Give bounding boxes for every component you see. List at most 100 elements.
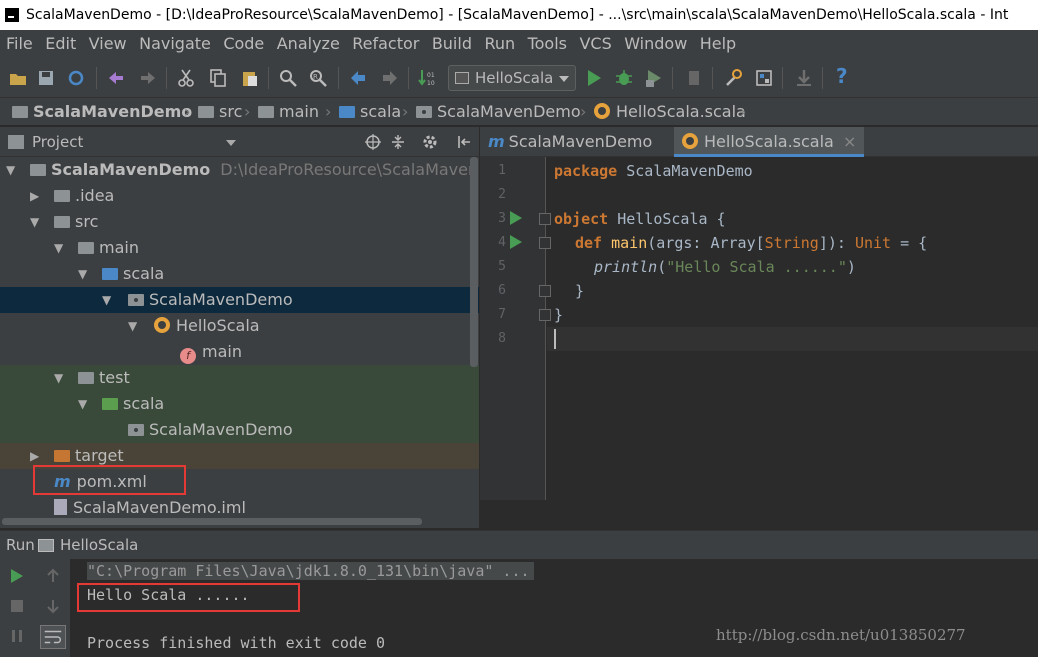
tree-horizontal-scrollbar[interactable] [2, 518, 422, 525]
help-icon[interactable]: ? [836, 64, 848, 88]
breadcrumb-separator-icon: › [580, 102, 587, 121]
expanded-arrow-icon[interactable]: ▼ [78, 391, 87, 417]
code-editor[interactable]: 1 2 3 4 5 6 7 8 package ScalaMavenDemo o… [480, 157, 1038, 528]
tab-helloscala[interactable]: HelloScala.scala × [674, 127, 865, 157]
forward-icon[interactable] [380, 68, 400, 88]
tree-item-test[interactable]: ▼ test [0, 365, 479, 391]
run-config-label: HelloScala [475, 69, 554, 87]
fold-icon[interactable] [539, 285, 551, 297]
tree-item-test-scala[interactable]: ▼ scala [0, 391, 479, 417]
locate-file-icon[interactable] [365, 134, 381, 150]
stop-icon[interactable] [8, 597, 26, 615]
breadcrumb-main[interactable]: main [258, 98, 319, 126]
menu-view[interactable]: View [81, 30, 127, 58]
test-source-folder-icon [102, 398, 118, 410]
tree-item-main[interactable]: ▼ main [0, 235, 479, 261]
run-panel-header: Run HelloScala [0, 530, 1038, 559]
cut-icon[interactable] [176, 68, 196, 88]
paste-icon[interactable] [240, 68, 260, 88]
gear-icon[interactable] [422, 134, 438, 150]
tree-item-idea[interactable]: ▶ .idea [0, 183, 479, 209]
fold-icon[interactable] [539, 237, 551, 249]
breadcrumb-package[interactable]: ScalaMavenDemo [416, 98, 581, 126]
vcs-update-icon[interactable] [794, 68, 814, 88]
hide-panel-icon[interactable] [456, 134, 472, 150]
run-config-tab[interactable]: HelloScala [60, 531, 138, 560]
back-icon[interactable] [348, 68, 368, 88]
stop-icon[interactable] [684, 68, 704, 88]
redo-icon[interactable] [138, 68, 158, 88]
breadcrumb-separator-icon: › [325, 102, 332, 121]
maven-icon: m [488, 132, 505, 151]
expanded-arrow-icon[interactable]: ▼ [30, 209, 39, 235]
menu-bar: File Edit View Navigate Code Analyze Ref… [0, 30, 1038, 58]
module-folder-icon [30, 164, 46, 176]
menu-edit[interactable]: Edit [37, 30, 76, 58]
line-number: 3 [498, 211, 506, 226]
expanded-arrow-icon[interactable]: ▼ [54, 235, 63, 261]
undo-icon[interactable] [106, 68, 126, 88]
open-folder-icon[interactable] [8, 68, 28, 88]
menu-window[interactable]: Window [616, 30, 687, 58]
tree-item-main-scala[interactable]: ▼ scala [0, 261, 479, 287]
tree-item-src[interactable]: ▼ src [0, 209, 479, 235]
menu-refactor[interactable]: Refactor [344, 30, 419, 58]
tree-item-main-method[interactable]: f main [0, 339, 479, 365]
expanded-arrow-icon[interactable]: ▼ [54, 365, 63, 391]
soft-wrap-icon[interactable] [40, 625, 66, 649]
run-main-gutter-icon[interactable] [510, 235, 522, 249]
menu-help[interactable]: Help [692, 30, 736, 58]
make-project-icon[interactable]: 0110 [418, 68, 438, 88]
rerun-icon[interactable] [8, 567, 26, 585]
run-with-coverage-icon[interactable] [644, 68, 664, 88]
collapsed-arrow-icon[interactable]: ▶ [30, 183, 39, 209]
find-icon[interactable] [278, 68, 298, 88]
run-icon[interactable] [584, 68, 604, 88]
menu-analyze[interactable]: Analyze [269, 30, 340, 58]
menu-navigate[interactable]: Navigate [131, 30, 211, 58]
breadcrumb-src[interactable]: src [198, 98, 242, 126]
project-view-selector[interactable]: Project [32, 127, 83, 157]
fold-icon[interactable] [539, 309, 551, 321]
breadcrumb-project[interactable]: ScalaMavenDemo [12, 98, 192, 126]
console-command-line: "C:\Program Files\Java\jdk1.8.0_131\bin\… [87, 562, 534, 580]
scroll-down-icon[interactable] [44, 597, 62, 615]
chevron-down-icon[interactable] [226, 140, 236, 146]
settings-icon[interactable] [724, 68, 744, 88]
tab-scalamavendemo[interactable]: m ScalaMavenDemo [480, 127, 660, 157]
menu-code[interactable]: Code [215, 30, 264, 58]
breadcrumb-scala[interactable]: scala [339, 98, 401, 126]
menu-run[interactable]: Run [476, 30, 515, 58]
project-structure-icon[interactable] [754, 68, 774, 88]
tree-item-test-package[interactable]: ScalaMavenDemo [0, 417, 479, 443]
menu-file[interactable]: File [0, 30, 33, 58]
debug-icon[interactable] [614, 68, 634, 88]
menu-vcs[interactable]: VCS [571, 30, 611, 58]
svg-text:01: 01 [427, 72, 435, 79]
close-icon[interactable]: × [843, 132, 856, 151]
window-title: ScalaMavenDemo - [D:\IdeaProResource\Sca… [26, 7, 1009, 23]
save-icon[interactable] [36, 68, 56, 88]
pause-icon[interactable] [8, 627, 26, 645]
run-configuration-select[interactable]: HelloScala [448, 65, 576, 91]
scroll-up-icon[interactable] [44, 567, 62, 585]
tree-vertical-scrollbar[interactable] [470, 157, 478, 367]
collapse-all-icon[interactable] [390, 134, 406, 150]
menu-build[interactable]: Build [424, 30, 472, 58]
copy-icon[interactable] [208, 68, 228, 88]
replace-icon[interactable]: R [308, 68, 328, 88]
tree-item-project-root[interactable]: ▼ ScalaMavenDemo D:\IdeaProResource\Scala… [0, 157, 479, 183]
tree-item-package-selected[interactable]: ▼ ScalaMavenDemo [0, 287, 479, 313]
tree-item-helloscala[interactable]: ▼ HelloScala [0, 313, 479, 339]
run-object-gutter-icon[interactable] [510, 211, 522, 225]
breadcrumb-separator-icon: › [184, 102, 191, 121]
menu-tools[interactable]: Tools [520, 30, 567, 58]
run-config-icon [38, 539, 54, 552]
expanded-arrow-icon[interactable]: ▼ [6, 157, 15, 183]
sync-icon[interactable] [66, 68, 86, 88]
expanded-arrow-icon[interactable]: ▼ [128, 313, 137, 339]
expanded-arrow-icon[interactable]: ▼ [102, 287, 111, 313]
fold-icon[interactable] [539, 213, 551, 225]
expanded-arrow-icon[interactable]: ▼ [78, 261, 87, 287]
breadcrumb-file[interactable]: HelloScala.scala [594, 98, 746, 126]
